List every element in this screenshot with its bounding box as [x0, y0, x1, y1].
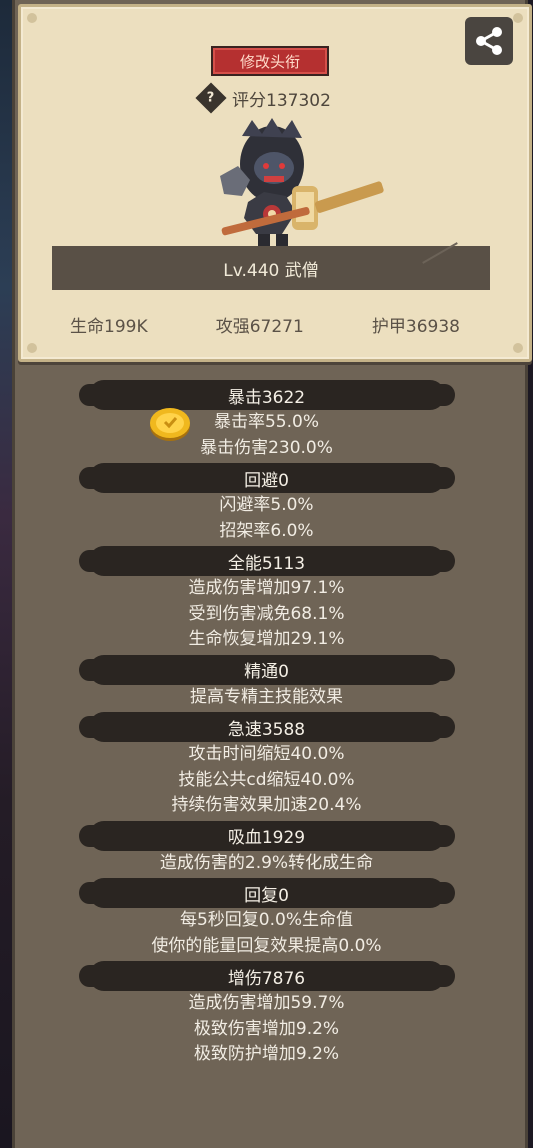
- hero-avatar: [220, 118, 384, 248]
- attr-group-damage-boost: 增伤7876 造成伤害增加59.7% 极致伤害增加9.2% 极致防护增加9.2%: [0, 959, 533, 1068]
- help-icon[interactable]: ?: [195, 82, 227, 114]
- card-corner: [27, 13, 37, 23]
- edit-title-button[interactable]: 修改头衔: [211, 46, 329, 76]
- attr-header: 回复0: [78, 878, 455, 908]
- share-icon: [476, 27, 502, 55]
- score-text: 评分137302: [232, 90, 331, 111]
- stat-armor: 护甲36938: [371, 317, 460, 337]
- attr-header: 急速3588: [78, 712, 455, 742]
- attr-header: 全能5113: [78, 546, 455, 576]
- attr-line: 技能公共cd缩短40.0%: [178, 769, 355, 790]
- attr-group-regen: 回复0 每5秒回复0.0%生命值 使你的能量回复效果提高0.0%: [0, 876, 533, 959]
- attr-line: 每5秒回复0.0%生命值: [179, 910, 353, 930]
- stat-hp: 生命199K: [70, 317, 148, 337]
- attribute-list: 暴击3622 暴击率55.0% 暴击伤害230.0% 回避0 闪避率5.0% 招…: [0, 378, 533, 1068]
- level-name-bar: Lv.440 武僧: [52, 246, 490, 290]
- attr-line: 生命恢复增加29.1%: [188, 629, 345, 649]
- share-button[interactable]: [465, 17, 513, 65]
- stat-attack-power: 攻强67271: [215, 317, 304, 337]
- card-corner: [513, 343, 523, 353]
- attr-line: 受到伤害减免68.1%: [188, 603, 345, 624]
- help-icon-glyph: ?: [207, 90, 215, 106]
- attr-line: 造成伤害增加97.1%: [188, 578, 345, 598]
- attr-group-haste: 急速3588 攻击时间缩短40.0% 技能公共cd缩短40.0% 持续伤害效果加…: [0, 710, 533, 819]
- card-corner: [513, 13, 523, 23]
- attr-group-mastery: 精通0 提高专精主技能效果: [0, 653, 533, 711]
- attr-group-lifesteal: 吸血1929 造成伤害的2.9%转化成生命: [0, 819, 533, 877]
- attr-line: 造成伤害的2.9%转化成生命: [159, 852, 374, 873]
- attr-line: 暴击率55.0%: [213, 412, 319, 432]
- attr-line: 极致防护增加9.2%: [193, 1044, 340, 1064]
- attr-line: 极致伤害增加9.2%: [193, 1018, 340, 1039]
- attr-header: 暴击3622: [78, 380, 455, 410]
- basic-stats: 生命199K 攻强67271 护甲36938: [30, 312, 500, 337]
- attr-line: 招架率6.0%: [219, 520, 314, 541]
- attr-line: 攻击时间缩短40.0%: [188, 744, 345, 764]
- gold-coin-icon[interactable]: [149, 406, 191, 442]
- attr-header: 回避0: [78, 463, 455, 493]
- attr-header: 精通0: [78, 654, 455, 685]
- attr-header: 吸血1929: [78, 820, 455, 851]
- attr-group-versatility: 全能5113 造成伤害增加97.1% 受到伤害减免68.1% 生命恢复增加29.…: [0, 544, 533, 653]
- card-corner: [27, 343, 37, 353]
- attr-line: 持续伤害效果加速20.4%: [171, 795, 362, 815]
- attr-header: 增伤7876: [78, 961, 455, 991]
- score-row: ? 评分137302: [195, 82, 331, 114]
- attr-line: 暴击伤害230.0%: [200, 437, 333, 458]
- attr-group-dodge: 回避0 闪避率5.0% 招架率6.0%: [0, 461, 533, 544]
- attr-line: 造成伤害增加59.7%: [188, 993, 345, 1013]
- attr-line: 使你的能量回复效果提高0.0%: [151, 935, 382, 956]
- attr-line: 闪避率5.0%: [219, 495, 314, 515]
- attr-line: 提高专精主技能效果: [190, 686, 343, 707]
- attr-group-crit: 暴击3622 暴击率55.0% 暴击伤害230.0%: [0, 378, 533, 461]
